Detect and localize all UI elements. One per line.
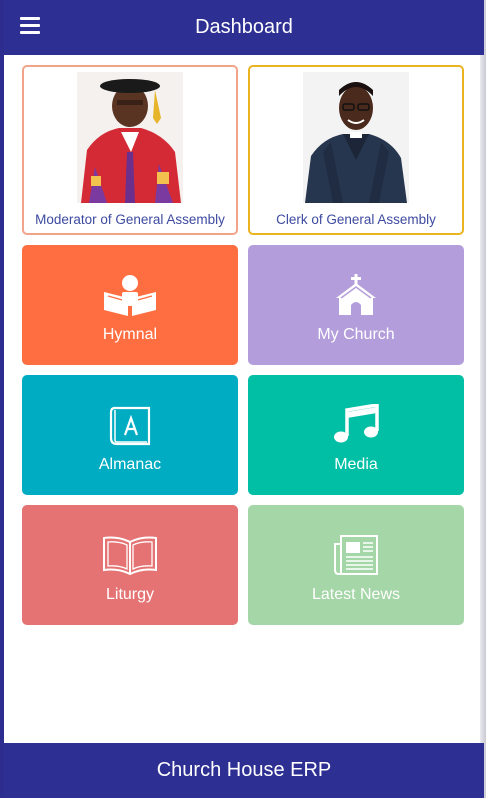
- leaders-row: Moderator of General Assembly Clerk of G…: [22, 65, 464, 235]
- almanac-tile[interactable]: Almanac: [22, 375, 238, 495]
- moderator-card[interactable]: Moderator of General Assembly: [22, 65, 238, 235]
- hymnal-label: Hymnal: [102, 326, 158, 343]
- almanac-label: Almanac: [98, 456, 162, 473]
- media-tile[interactable]: Media: [248, 375, 464, 495]
- clerk-photo: [303, 72, 409, 203]
- newspaper-icon: [326, 533, 386, 577]
- music-note-icon: [326, 403, 386, 447]
- moderator-caption: Moderator of General Assembly: [35, 212, 225, 227]
- page-title: Dashboard: [195, 16, 293, 38]
- app-bar: Dashboard: [4, 0, 484, 55]
- clerk-card[interactable]: Clerk of General Assembly: [248, 65, 464, 235]
- latest-news-label: Latest News: [311, 586, 401, 603]
- tiles-row-2: Almanac Media: [22, 375, 464, 495]
- dashboard-grid: Moderator of General Assembly Clerk of G…: [22, 65, 464, 635]
- liturgy-tile[interactable]: Liturgy: [22, 505, 238, 625]
- tiles-row-1: Hymnal My Church: [22, 245, 464, 365]
- liturgy-label: Liturgy: [105, 586, 155, 603]
- latest-news-tile[interactable]: Latest News: [248, 505, 464, 625]
- tiles-row-3: Liturgy Latest News: [22, 505, 464, 625]
- my-church-tile[interactable]: My Church: [248, 245, 464, 365]
- open-book-icon: [100, 533, 160, 577]
- my-church-label: My Church: [317, 326, 395, 343]
- clerk-caption: Clerk of General Assembly: [276, 212, 436, 227]
- hymnal-tile[interactable]: Hymnal: [22, 245, 238, 365]
- left-edge: [0, 0, 4, 798]
- media-label: Media: [334, 456, 378, 473]
- reading-person-icon: [100, 273, 160, 317]
- footer-bar: Church House ERP: [4, 743, 484, 798]
- almanac-book-icon: [100, 403, 160, 447]
- footer-title: Church House ERP: [156, 759, 332, 781]
- moderator-photo: [77, 72, 183, 203]
- church-icon: [326, 273, 386, 317]
- hamburger-menu-icon[interactable]: [20, 17, 42, 37]
- app-screen: Dashboard Moderator of General Assembly …: [0, 0, 486, 798]
- right-edge-shadow: [480, 0, 486, 798]
